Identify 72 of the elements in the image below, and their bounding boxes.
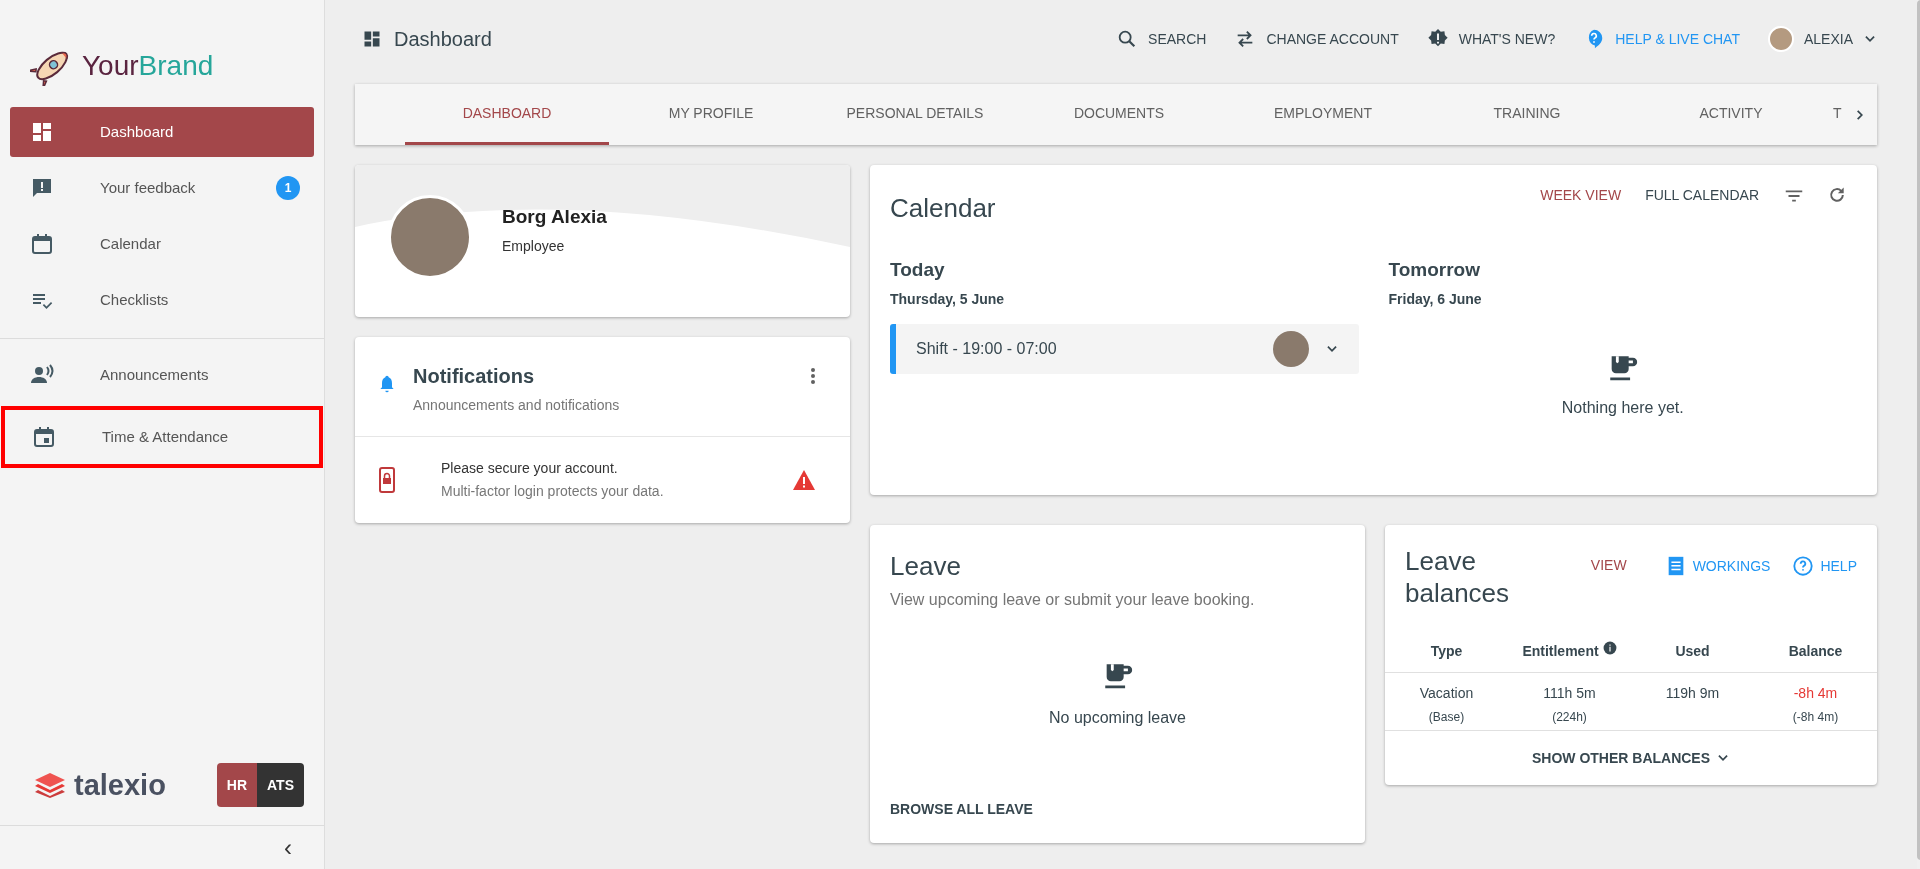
info-icon [1602,640,1617,655]
day-heading: Tomorrow [1388,258,1481,282]
tab[interactable]: PERSONAL DETAILS [813,84,1017,145]
nav-item[interactable]: Checklists [10,275,314,325]
page-title: Dashboard [394,27,493,52]
avatar [1272,330,1309,367]
refresh-icon [1827,185,1847,205]
avatar [1767,26,1794,52]
collapse-button[interactable]: ‹ [284,835,292,860]
notification-title: Please secure your account. [441,459,619,478]
day-date: Thursday, 5 June [890,289,1006,309]
table-cell-note: (224h) [1552,709,1587,726]
feedback-icon [30,176,54,200]
notification-text: Multi-factor login protects your data. [441,482,665,501]
tab[interactable]: T [1833,84,1853,145]
product-switch-button[interactable]: ATS [257,763,304,807]
day-heading: Today [890,258,946,282]
user-menu[interactable]: ALEXIA [1767,26,1877,52]
dashboard-icon [30,120,54,144]
header-action[interactable]: SEARCH [1116,28,1207,50]
day-date: Friday, 6 June [1388,289,1483,309]
nav-item[interactable]: Dashboard [10,107,314,157]
nav-item[interactable]: Announcements [10,350,314,400]
column-header: Entitlement [1522,642,1599,661]
count-badge: 1 [276,176,300,200]
card-title: Leave balances [1405,545,1511,609]
locked-phone-icon [379,467,395,493]
tab[interactable]: MY PROFILE [609,84,813,145]
dashboard-icon [362,29,382,49]
header-action[interactable]: CHANGE ACCOUNT [1234,28,1399,50]
tab[interactable]: DOCUMENTS [1017,84,1221,145]
card-title: Leave [890,550,962,583]
nav-item[interactable]: Time & Attendance [1,406,323,468]
product-switch-button[interactable]: HR [216,763,258,807]
card-subtitle: View upcoming leave or submit your leave booking. [890,590,1256,610]
column-header: Balance [1788,642,1843,661]
nav-item[interactable]: Calendar [10,219,314,269]
card-subtitle: Announcements and notifications [413,396,621,415]
calendar-icon [30,232,54,256]
calendar-view-button[interactable]: WEEK VIEW [1540,185,1622,206]
empty-state-text: Nothing here yet. [1561,397,1684,418]
calendar-view-button[interactable]: FULL CALENDAR [1645,185,1759,206]
tab[interactable]: DASHBOARD [405,84,609,145]
more-vertical-icon [810,367,816,385]
tab[interactable]: EMPLOYMENT [1221,84,1425,145]
calendar-event[interactable]: Shift - 19:00 - 07:00 [890,323,1359,374]
table-cell-text: 111h 5m [1543,684,1596,703]
profile-role: Employee [502,236,566,256]
card-action[interactable]: VIEW [1590,555,1627,576]
browse-leave-link[interactable]: BROWSE ALL LEAVE [890,801,1033,817]
card-title: Calendar [890,192,997,225]
nav-item[interactable]: Your feedback 1 [10,163,314,213]
talexio-logo: talexio [74,770,166,800]
brand-logo: YourBrand [82,52,214,80]
calendar-icon [32,425,56,449]
header-action[interactable]: WHAT'S NEW? [1426,28,1556,50]
warning-icon [792,469,816,491]
layers-icon [34,772,66,798]
help-circle-icon [1792,555,1815,577]
table-cell-note: (-8h 4m) [1792,709,1839,726]
card-title: Notifications [413,364,536,389]
column-header: Type [1430,642,1463,661]
column-header: Used [1675,642,1710,661]
table-cell-text: 119h 9m [1665,684,1720,703]
tab[interactable]: TRAINING [1425,84,1629,145]
table-cell-text: -8h 4m [1793,684,1838,703]
empty-state-text: No upcoming leave [1049,708,1186,728]
table-cell-text: Vacation [1419,684,1474,703]
profile-name: Borg Alexia [502,205,607,230]
show-more-button[interactable]: SHOW OTHER BALANCES [1531,747,1731,769]
tab[interactable]: ACTIVITY [1629,84,1833,145]
table-cell-note: (Base) [1428,709,1465,726]
